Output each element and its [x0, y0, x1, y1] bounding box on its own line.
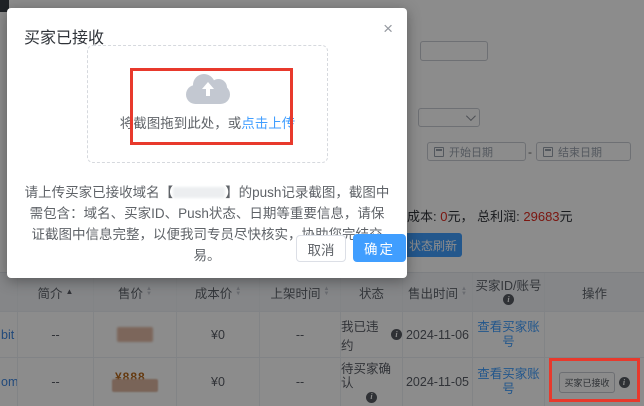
- redacted-domain-name: [173, 187, 225, 198]
- click-upload-link[interactable]: 点击上传: [241, 116, 295, 131]
- buyer-received-dialog: 买家已接收 × 将截图拖到此处，或点击上传 请上传买家已接收域名【】的push记…: [7, 8, 407, 278]
- upload-cloud-icon: [186, 74, 230, 104]
- screenshot-dropzone[interactable]: 将截图拖到此处，或点击上传: [87, 45, 328, 163]
- domain-order-page: 开始日期 - 结束日期 总成本: 0元， 总利润: 29683元 状态刷新 简介…: [0, 0, 644, 406]
- cancel-button[interactable]: 取消: [296, 235, 346, 262]
- confirm-button[interactable]: 确定: [353, 234, 406, 262]
- dropzone-hint: 将截图拖到此处，或点击上传: [120, 112, 296, 132]
- close-icon[interactable]: ×: [383, 20, 393, 37]
